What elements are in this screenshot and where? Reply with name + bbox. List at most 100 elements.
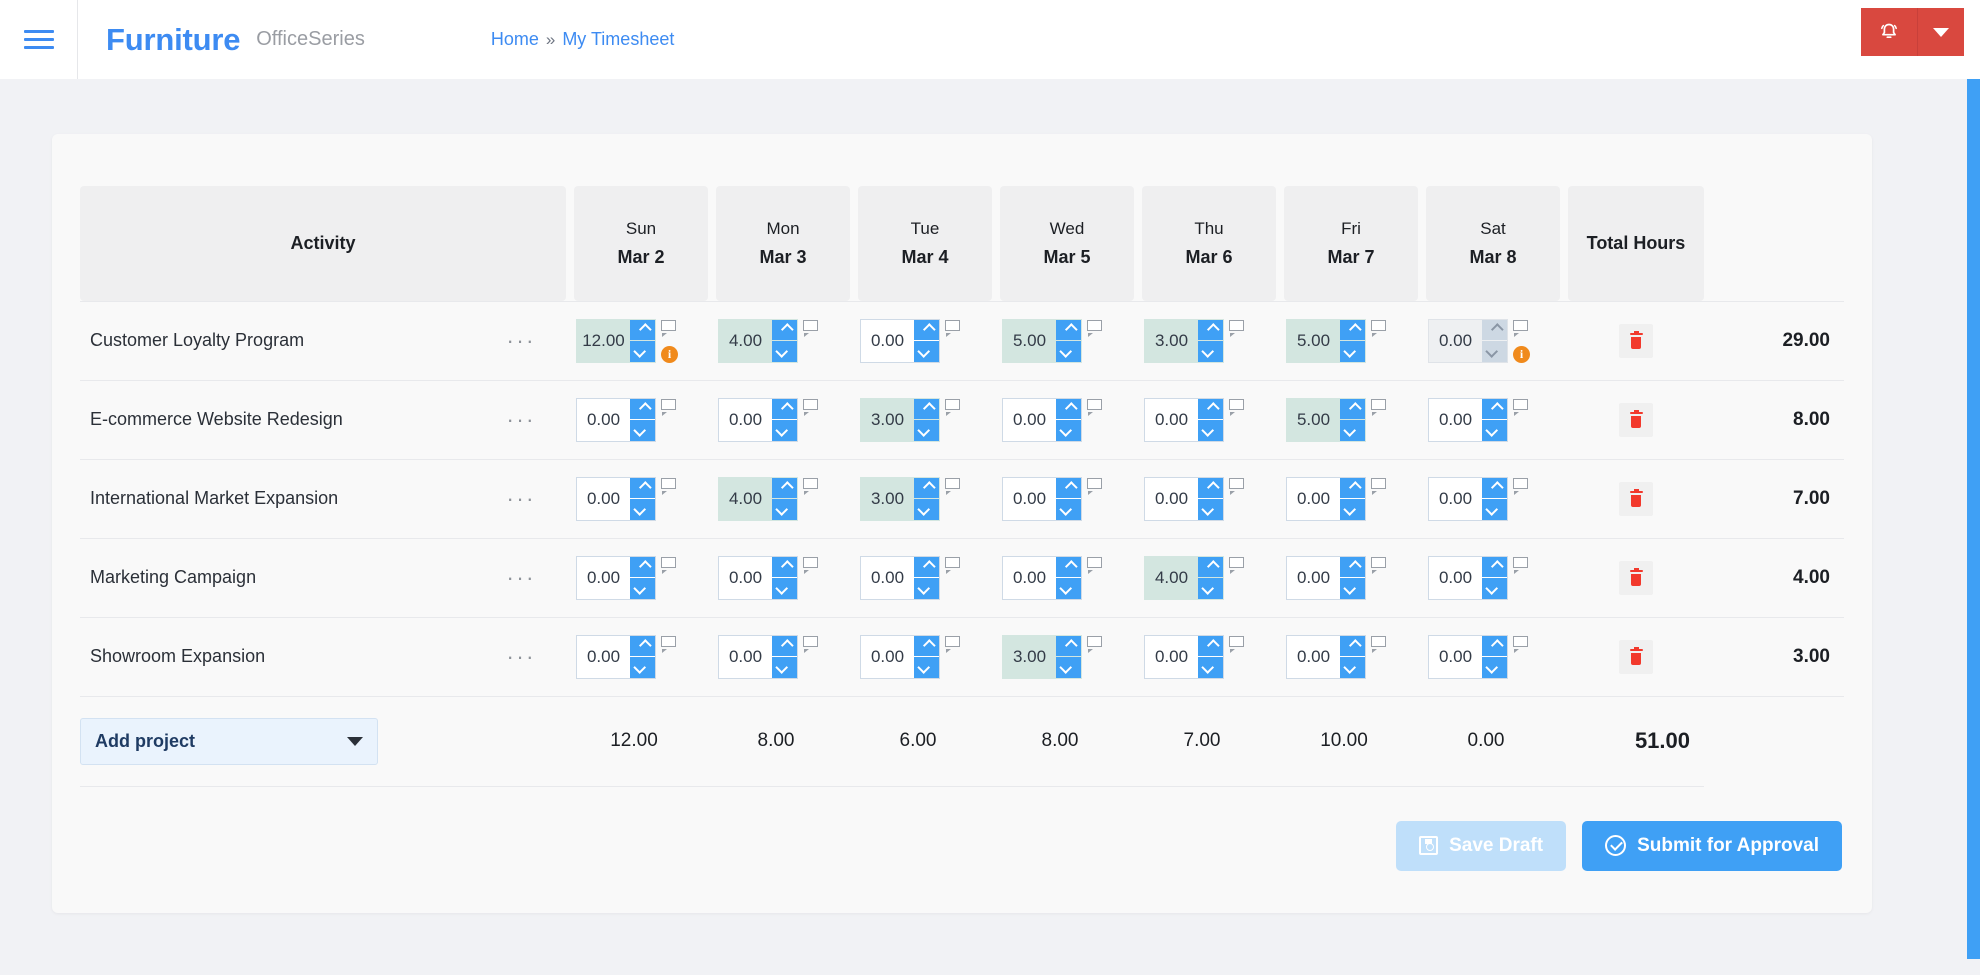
hours-value[interactable]: 4.00 [1145,557,1198,599]
stepper-decrement-button[interactable] [630,657,655,678]
delete-row-button[interactable] [1619,323,1653,358]
hours-stepper[interactable]: 0.00 [1428,555,1508,600]
row-options-menu[interactable]: ··· [501,645,542,668]
hours-value[interactable]: 3.00 [861,399,914,441]
stepper-decrement-button[interactable] [1340,578,1365,599]
stepper-increment-button[interactable] [630,319,655,340]
hours-stepper[interactable]: 0.00 [1002,397,1082,442]
comment-icon[interactable] [1229,398,1244,416]
stepper-decrement-button[interactable] [1340,341,1365,362]
comment-icon[interactable] [803,398,818,416]
stepper-decrement-button[interactable] [1198,420,1223,441]
comment-icon[interactable] [661,477,676,495]
comment-icon[interactable] [661,398,676,416]
hours-value[interactable]: 4.00 [719,478,772,520]
stepper-decrement-button[interactable] [1340,499,1365,520]
hours-value[interactable]: 0.00 [719,399,772,441]
hours-stepper[interactable]: 5.00 [1286,397,1366,442]
stepper-decrement-button[interactable] [772,657,797,678]
comment-icon[interactable] [661,319,676,337]
hours-stepper[interactable]: 0.00 [718,634,798,679]
hours-stepper[interactable]: 0.00 [576,397,656,442]
stepper-increment-button[interactable] [772,398,797,419]
stepper-increment-button[interactable] [772,556,797,577]
comment-icon[interactable] [1371,319,1386,337]
hours-stepper[interactable]: 0.00 [1144,476,1224,521]
hours-stepper[interactable]: 0.00 [1428,397,1508,442]
hours-stepper[interactable]: 0.00 [576,555,656,600]
stepper-decrement-button[interactable] [1056,499,1081,520]
stepper-decrement-button[interactable] [1056,420,1081,441]
hours-value[interactable]: 12.00 [577,320,630,362]
stepper-increment-button[interactable] [914,556,939,577]
stepper-decrement-button[interactable] [914,420,939,441]
hours-stepper[interactable]: 0.00 [718,555,798,600]
hours-value[interactable]: 3.00 [1003,636,1056,678]
hours-stepper[interactable]: 0.00 [576,634,656,679]
page-scrollbar-thumb[interactable] [1967,79,1980,959]
hours-stepper[interactable]: 4.00 [718,476,798,521]
stepper-increment-button[interactable] [630,635,655,656]
stepper-increment-button[interactable] [1482,398,1507,419]
hours-stepper[interactable]: 0.00 [1428,476,1508,521]
hours-value[interactable]: 0.00 [719,636,772,678]
hours-value[interactable]: 5.00 [1287,399,1340,441]
stepper-decrement-button[interactable] [1198,578,1223,599]
save-draft-button[interactable]: Save Draft [1396,820,1567,871]
hours-value[interactable]: 0.00 [861,320,914,362]
hours-stepper[interactable]: 0.00 [1144,397,1224,442]
hours-value[interactable]: 3.00 [1145,320,1198,362]
stepper-decrement-button[interactable] [1198,657,1223,678]
stepper-increment-button[interactable] [1198,477,1223,498]
comment-icon[interactable] [803,319,818,337]
hours-value[interactable]: 3.00 [861,478,914,520]
row-options-menu[interactable]: ··· [501,408,542,431]
stepper-increment-button[interactable] [1340,477,1365,498]
hours-value[interactable]: 0.00 [1145,478,1198,520]
delete-row-button[interactable] [1619,560,1653,595]
hours-stepper[interactable]: 3.00 [860,397,940,442]
hours-stepper[interactable]: 4.00 [1144,555,1224,600]
hours-value[interactable]: 0.00 [1145,636,1198,678]
stepper-decrement-button[interactable] [1340,420,1365,441]
stepper-increment-button[interactable] [772,477,797,498]
stepper-increment-button[interactable] [1482,635,1507,656]
comment-icon[interactable] [1229,635,1244,653]
stepper-increment-button[interactable] [1482,477,1507,498]
delete-row-button[interactable] [1619,481,1653,516]
hours-stepper[interactable]: 0.00 [860,634,940,679]
stepper-increment-button[interactable] [1056,319,1081,340]
hours-stepper[interactable]: 0.00 [718,397,798,442]
stepper-increment-button[interactable] [914,398,939,419]
hours-value[interactable]: 0.00 [577,636,630,678]
comment-icon[interactable] [1087,398,1102,416]
hours-value[interactable]: 0.00 [1003,399,1056,441]
stepper-increment-button[interactable] [1340,319,1365,340]
stepper-increment-button[interactable] [914,319,939,340]
hamburger-icon[interactable] [23,30,54,49]
hours-stepper[interactable]: 0.00 [860,555,940,600]
stepper-decrement-button[interactable] [1482,420,1507,441]
stepper-decrement-button[interactable] [1056,657,1081,678]
hours-value[interactable]: 0.00 [1003,557,1056,599]
stepper-increment-button[interactable] [914,477,939,498]
comment-icon[interactable] [945,398,960,416]
info-icon[interactable]: i [661,345,678,363]
comment-icon[interactable] [803,556,818,574]
stepper-increment-button[interactable] [1056,398,1081,419]
hours-value[interactable]: 0.00 [1287,478,1340,520]
stepper-decrement-button[interactable] [772,420,797,441]
row-options-menu[interactable]: ··· [501,487,542,510]
stepper-increment-button[interactable] [630,398,655,419]
stepper-decrement-button[interactable] [1482,657,1507,678]
comment-icon[interactable] [1229,477,1244,495]
comment-icon[interactable] [1229,319,1244,337]
comment-icon[interactable] [661,556,676,574]
hours-value[interactable]: 0.00 [719,557,772,599]
stepper-increment-button[interactable] [914,635,939,656]
stepper-increment-button[interactable] [630,477,655,498]
stepper-increment-button[interactable] [1056,477,1081,498]
stepper-increment-button[interactable] [630,556,655,577]
delete-row-button[interactable] [1619,639,1653,674]
stepper-increment-button[interactable] [772,319,797,340]
